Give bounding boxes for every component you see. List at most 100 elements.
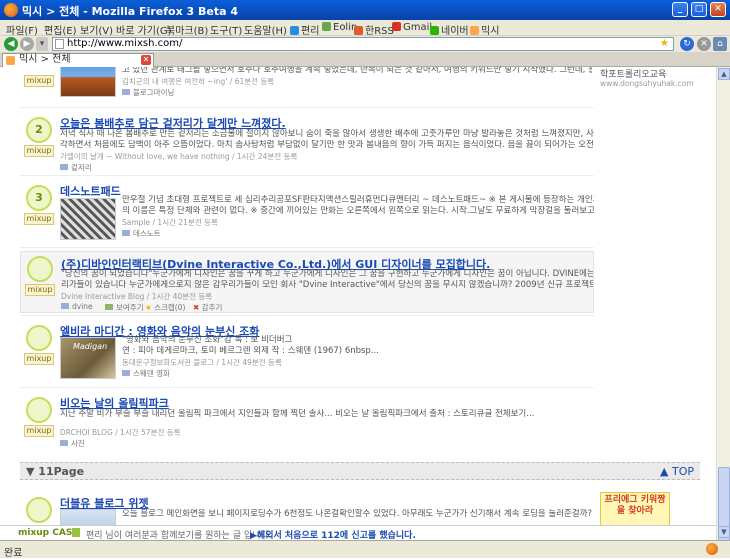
post-meta: 동대문구정보화도서관 블로그 / 1시간 49분전 등록 [122, 358, 282, 367]
bottom-ad[interactable]: 프리에그 키워짱을 찾아라 [600, 492, 670, 528]
post-body: 연 : 피아 데게르마크, 토미 베르그렌 외제 작 : 스웨덴 (1967) … [122, 346, 379, 356]
cast-icon [72, 528, 80, 537]
dropdown-icon[interactable]: ▾ [36, 37, 48, 51]
mixup-badge[interactable]: mixup [24, 73, 54, 109]
post-tags[interactable]: 스웨덴 영화 [122, 368, 170, 379]
mixup-label: mixup [24, 353, 54, 365]
mixup-count [26, 497, 52, 523]
post-body: 오늘 블로그 메인화면을 보니 페이지로딩수가 6천정도 나온걸확인할수 있었다… [122, 509, 594, 519]
status-text: 완료 [4, 548, 23, 559]
mixup-badge[interactable]: 3 mixup [24, 185, 54, 225]
cast-label: mixup CAST [18, 528, 79, 538]
scroll-up-icon[interactable]: ▲ [718, 68, 730, 80]
post-tags[interactable]: 사진 [60, 438, 85, 449]
url-text: http://www.mixsh.com/ [67, 38, 183, 49]
menu-bookmarks[interactable]: 북마크(B) [166, 22, 208, 37]
bookmark-mixsh[interactable]: 믹시 [470, 22, 499, 37]
back-icon[interactable]: ◀ [4, 37, 18, 51]
post-body: 각하면서 처음에도 담백이 아주 으뜸이었다. 마치 솜사탕처럼 부담없이 달기… [60, 140, 594, 150]
star-icon: ★ [145, 303, 155, 312]
home-icon[interactable]: ⌂ [713, 37, 727, 51]
mixup-badge[interactable]: mixup [25, 256, 55, 296]
post-tags[interactable]: 겉저리 [60, 162, 92, 173]
post-tags[interactable]: 데스노트 [122, 228, 161, 239]
tag-label: 블로그마이닝 [133, 88, 175, 97]
menu-edit[interactable]: 편집(E) [44, 22, 77, 37]
tab-label: 믹시 > 전체 [19, 54, 71, 65]
post-body: 만우절 기념 초대형 프로젝트로 세 심리추리공포SF판타지액션스릴러휴먼다큐멘… [122, 195, 594, 205]
scrap-button[interactable]: ★ 스크랩(0) [145, 302, 185, 313]
list-item: 2 mixup 오늘은 봄배추로 담근 겉저리가 달게만 느껴졌다. 저녁 식사… [20, 115, 594, 173]
title-bar: 믹시 > 전체 - Mozilla Firefox 3 Beta 4 _ □ ✕ [0, 0, 730, 20]
menu-view[interactable]: 보기(V) [80, 22, 113, 37]
post-thumbnail[interactable] [60, 198, 116, 240]
mixup-count [26, 325, 52, 351]
page-label: ▼ 11Page [26, 465, 85, 478]
show-button[interactable]: 보여주기 [105, 302, 144, 313]
menu-help[interactable]: 도움말(H) [244, 22, 287, 37]
top-link[interactable]: ▲ TOP [660, 465, 694, 478]
star-icon[interactable]: ★ [660, 38, 669, 50]
bookmark-gmail[interactable]: Gmail [392, 22, 432, 33]
post-title[interactable]: 데스노트패드 [60, 183, 121, 199]
list-item: mixup (주)디바인인터랙티브(Dvine Interactive Co.,… [20, 251, 594, 313]
mixup-label: mixup [24, 213, 54, 225]
close-button[interactable]: ✕ [710, 2, 726, 17]
forward-icon[interactable]: ▶ [20, 37, 34, 51]
firefox-status-icon[interactable] [706, 543, 718, 555]
right-ad-url[interactable]: www.dongsuhyuhak.com [600, 79, 694, 88]
tag-icon [122, 370, 130, 376]
tag-icon [60, 164, 68, 170]
page-divider: ▼ 11Page ▲ TOP [20, 462, 700, 480]
minimize-button[interactable]: _ [672, 2, 688, 17]
bookmark-hanrss[interactable]: 한RSS [354, 22, 394, 37]
post-thumbnail[interactable]: Madigan [60, 337, 116, 379]
tag-icon [122, 89, 130, 95]
bookmark-eolin[interactable]: Eolin [322, 22, 357, 33]
menu-file[interactable]: 파일(F) [6, 22, 38, 37]
post-thumbnail[interactable] [60, 67, 116, 97]
tab-active[interactable]: 믹시 > 전체 ✕ [2, 53, 154, 67]
show-icon [105, 304, 113, 310]
mixup-badge[interactable]: mixup [24, 397, 54, 437]
post-tags[interactable]: dvine [61, 302, 93, 311]
tag-icon [61, 303, 69, 309]
post-meta: Sample / 1시간 21분전 등록 [122, 218, 218, 227]
scrollbar[interactable]: ▲ ▼ [716, 67, 730, 553]
maximize-button[interactable]: □ [691, 2, 707, 17]
tab-close-icon[interactable]: ✕ [141, 55, 151, 65]
bookmark-icon [470, 26, 479, 35]
divider [20, 315, 594, 316]
post-meta: Dvine Interactive Blog / 1시간 40분전 등록 [61, 292, 213, 301]
divider [20, 387, 594, 388]
mixup-count: 2 [26, 117, 52, 143]
naver-icon [430, 26, 439, 35]
scroll-down-icon[interactable]: ▼ [718, 526, 730, 538]
hide-button[interactable]: ✖ 감추기 [193, 302, 222, 313]
reload-icon[interactable]: ↻ [680, 37, 694, 51]
menu-tools[interactable]: 도구(T) [210, 22, 242, 37]
menu-go[interactable]: 바로 가기(G) [116, 22, 172, 37]
bookmark-pyeonli[interactable]: 편리 [290, 22, 319, 37]
page-icon [55, 39, 64, 49]
rss-icon [354, 26, 363, 35]
gmail-icon [392, 22, 401, 31]
mixup-label: mixup [24, 145, 54, 157]
post-meta: 김치군의 내 여행은 여전히 ~ing' / 61분전 등록 [122, 77, 275, 86]
list-item: mixup 비오는 날의 올림픽파크 지난 주말 비가 부슬 부슬 내리던 올림… [20, 395, 594, 450]
action-label: 스크랩(0) [154, 303, 186, 312]
post-meta: DRCHOI BLOG / 1시간 57분전 등록 [60, 428, 181, 437]
navigation-bar: ◀ ▶ ▾ http://www.mixsh.com/ ★ ↻ ✕ ⌂ [0, 36, 730, 52]
tag-icon [60, 440, 68, 446]
action-label: 보여주기 [116, 303, 144, 312]
bookmark-naver[interactable]: 네이버 [430, 22, 469, 37]
post-tags[interactable]: 블로그마이닝 [122, 87, 174, 98]
url-bar[interactable]: http://www.mixsh.com/ ★ [52, 37, 674, 51]
stop-icon[interactable]: ✕ [697, 37, 711, 51]
mixup-badge[interactable]: 2 mixup [24, 117, 54, 157]
firefox-icon [4, 3, 18, 17]
action-label: 감추기 [201, 303, 223, 312]
window-title: 믹시 > 전체 - Mozilla Firefox 3 Beta 4 [22, 5, 238, 18]
mixup-badge[interactable]: mixup [24, 325, 54, 365]
hide-icon: ✖ [193, 303, 202, 312]
